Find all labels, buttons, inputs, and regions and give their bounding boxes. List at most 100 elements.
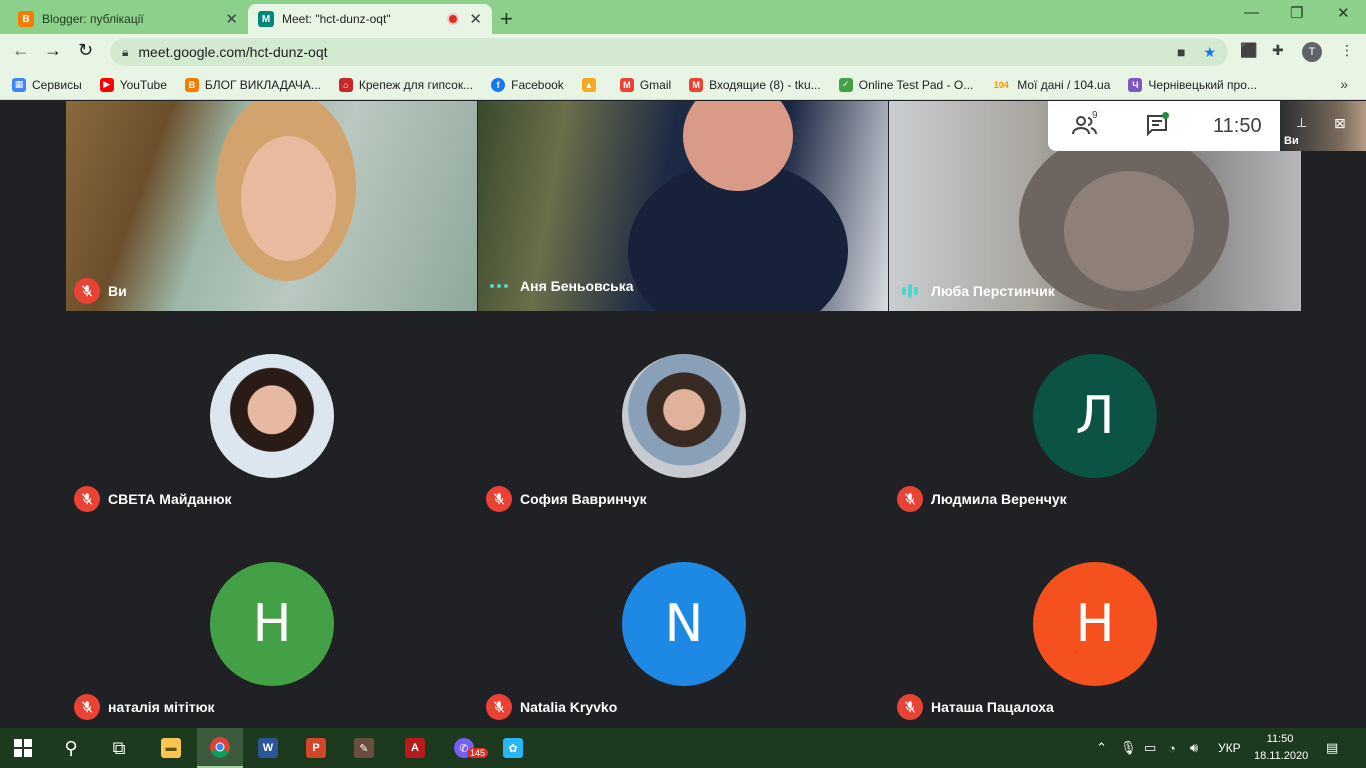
tab-meet[interactable]: M Meet: "hct-dunz-oqt" ✕ <box>248 4 492 34</box>
menu-icon[interactable]: ⋮ <box>1340 42 1354 59</box>
youtube-icon: ▶ <box>99 77 114 92</box>
url-text[interactable]: meet.google.com/hct-dunz-oqt <box>138 44 1159 60</box>
participant-label: София Вавринчук <box>486 486 647 512</box>
start-button[interactable] <box>0 728 46 768</box>
tab-title: Meet: "hct-dunz-oqt" <box>282 12 391 26</box>
avatar: N <box>622 562 746 686</box>
bell-icon: ▲ <box>581 77 596 92</box>
paint-icon[interactable]: ✿ <box>490 728 536 768</box>
blogger-icon: B <box>184 77 199 92</box>
unread-dot <box>1162 112 1169 119</box>
people-button[interactable]: 9 <box>1072 110 1098 141</box>
bookmark-facebook[interactable]: f Facebook <box>491 77 564 92</box>
new-tab-button[interactable]: + <box>500 6 513 32</box>
self-view-thumbnail[interactable]: ⊥ Ви ⊠ <box>1280 101 1366 151</box>
star-icon[interactable]: ★ <box>1203 44 1216 61</box>
mic-off-icon <box>74 278 100 304</box>
house-icon: ⌂ <box>338 77 353 92</box>
video-tile-anya[interactable]: Аня Беньовська <box>478 101 888 311</box>
recording-icon <box>447 13 460 25</box>
video-tile-self[interactable]: Ви <box>66 101 477 311</box>
viber-icon[interactable]: ✆ 145 <box>441 728 489 768</box>
bookmark-chernivtsi[interactable]: Ч Чернівецький про... <box>1128 77 1257 92</box>
participant-tile[interactable]: София Вавринчук <box>478 311 888 519</box>
address-bar[interactable]: 🔒︎ meet.google.com/hct-dunz-oqt ■ ★ <box>110 38 1228 66</box>
search-icon[interactable]: ⚲ <box>48 728 94 768</box>
bookmark-testpad[interactable]: ✓ Online Test Pad - O... <box>838 77 973 92</box>
mic-off-icon <box>486 486 512 512</box>
participant-label: Ви <box>74 278 127 304</box>
close-icon[interactable]: ✕ <box>469 10 482 28</box>
participant-label: наталія мітітюк <box>74 694 215 720</box>
bookmark-104[interactable]: 104 Мої дані / 104.ua <box>991 78 1111 92</box>
puzzle-icon[interactable]: ✚ <box>1272 42 1284 59</box>
browser-toolbar: ← → ↻ 🔒︎ meet.google.com/hct-dunz-oqt ■ … <box>0 34 1366 70</box>
region-icon: Ч <box>1128 77 1143 92</box>
microphone-icon[interactable]: 🎙︎ <box>1120 728 1137 768</box>
close-window-icon[interactable]: ✕ <box>1337 4 1350 22</box>
tab-strip: B Blogger: публікації ✕ M Meet: "hct-dun… <box>0 0 1366 34</box>
minimize-icon[interactable]: — <box>1244 4 1259 21</box>
reload-icon[interactable]: ↻ <box>78 40 93 61</box>
facebook-icon: f <box>491 77 506 92</box>
avatar <box>210 354 334 478</box>
mic-off-icon <box>897 694 923 720</box>
bookmark-inbox[interactable]: M Входящие (8) - tku... <box>689 77 821 92</box>
task-view-icon[interactable]: ⧉ <box>96 728 142 768</box>
mic-off-icon <box>486 694 512 720</box>
close-icon[interactable]: ✕ <box>225 10 238 28</box>
lock-icon[interactable]: 🔒︎ <box>122 45 128 60</box>
pin-icon[interactable]: ⊥ <box>1296 115 1307 131</box>
windows-icon <box>14 739 32 757</box>
self-label: Ви <box>1284 135 1299 147</box>
chrome-icon[interactable] <box>197 728 243 768</box>
wifi-icon[interactable]: ◔ <box>1168 728 1176 768</box>
participant-label: СВЕТА Майданюк <box>74 486 232 512</box>
profile-avatar[interactable]: T <box>1302 42 1322 62</box>
system-clock[interactable]: 11:50 18.11.2020 <box>1254 731 1308 765</box>
participant-label: Люба Перстинчик <box>897 278 1055 304</box>
mic-off-icon <box>897 486 923 512</box>
bookmark-youtube[interactable]: ▶ YouTube <box>99 77 167 92</box>
file-explorer-icon[interactable]: ▬ <box>148 728 194 768</box>
camera-icon[interactable]: ■ <box>1177 44 1185 60</box>
word-icon[interactable]: W <box>245 728 291 768</box>
presentation-icon[interactable]: P <box>293 728 339 768</box>
gmail-icon: M <box>689 77 704 92</box>
camera-off-icon[interactable]: ⊠ <box>1334 115 1346 132</box>
bookmark-blog[interactable]: B БЛОГ ВИКЛАДАЧА... <box>184 77 321 92</box>
editor-icon[interactable]: ✎ <box>341 728 387 768</box>
forward-icon[interactable]: → <box>44 40 62 61</box>
show-hidden-icons[interactable]: ⌃ <box>1096 728 1107 768</box>
pdf-extension-icon[interactable]: ⬛ <box>1240 42 1257 59</box>
participant-tile[interactable]: СВЕТА Майданюк <box>66 311 477 519</box>
participant-tile[interactable]: N Natalia Kryvko <box>478 519 888 728</box>
tab-blogger[interactable]: B Blogger: публікації ✕ <box>8 4 248 34</box>
pdf-reader-icon[interactable]: A <box>392 728 438 768</box>
avatar: Н <box>1033 562 1157 686</box>
bookmarks-bar: ▦ Сервисы ▶ YouTube B БЛОГ ВИКЛАДАЧА... ⌂ Кр… <box>0 70 1366 100</box>
battery-icon[interactable]: ▭ <box>1144 728 1156 768</box>
bookmark-gmail[interactable]: M Gmail <box>619 77 671 92</box>
meet-icon: M <box>258 11 274 27</box>
participant-tile[interactable]: Н Наташа Пацалоха <box>889 519 1301 728</box>
participant-count: 9 <box>1092 110 1098 121</box>
language-indicator[interactable]: УКР <box>1218 728 1241 768</box>
volume-icon[interactable]: 🔊︎ <box>1190 728 1198 768</box>
notification-badge: 145 <box>467 748 489 758</box>
gmail-icon: M <box>619 77 634 92</box>
blogger-icon: B <box>18 11 34 27</box>
notifications-icon[interactable]: ▤ <box>1326 728 1338 768</box>
bookmark-apps[interactable]: ▦ Сервисы <box>12 77 82 92</box>
participant-tile[interactable]: Н наталія мітітюк <box>66 519 477 728</box>
participant-label: Natalia Kryvko <box>486 694 617 720</box>
bookmark-krepezh[interactable]: ⌂ Крепеж для гипсок... <box>338 77 473 92</box>
restore-icon[interactable]: ❐ <box>1290 4 1303 22</box>
chat-button[interactable] <box>1146 112 1169 141</box>
back-icon[interactable]: ← <box>12 40 30 61</box>
windows-taskbar: ⚲ ⧉ ▬ W P ✎ A ✆ 145 ✿ ⌃ 🎙︎ ▭ ◔ 🔊︎ УКР 11… <box>0 728 1366 768</box>
chevron-right-icon[interactable]: » <box>1340 76 1348 92</box>
participant-tile[interactable]: Л Людмила Веренчук <box>889 311 1301 519</box>
bookmark-bell[interactable]: ▲ <box>581 77 602 92</box>
mic-off-icon <box>74 486 100 512</box>
